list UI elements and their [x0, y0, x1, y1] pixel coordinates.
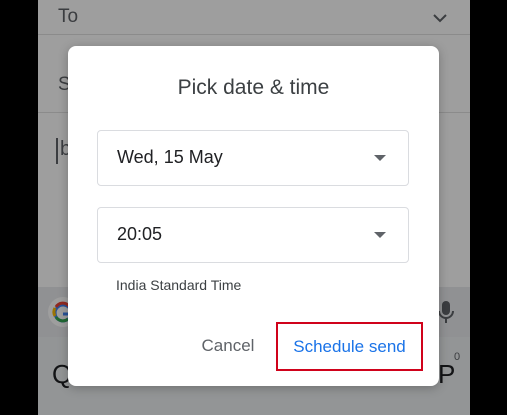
date-dropdown[interactable]: Wed, 15 May	[97, 130, 409, 186]
dropdown-arrow-icon	[374, 155, 386, 161]
time-dropdown[interactable]: 20:05	[97, 207, 409, 263]
time-value: 20:05	[117, 224, 163, 244]
dialog-title: Pick date & time	[177, 76, 330, 99]
cancel-button[interactable]: Cancel	[188, 336, 268, 360]
dropdown-arrow-icon	[374, 232, 386, 238]
schedule-send-button[interactable]: Schedule send	[276, 322, 423, 371]
pick-date-time-dialog: Pick date & time Wed, 15 May 20:05 India…	[68, 46, 439, 386]
date-value: Wed, 15 May	[117, 147, 223, 167]
timezone-label: India Standard Time	[116, 277, 242, 293]
